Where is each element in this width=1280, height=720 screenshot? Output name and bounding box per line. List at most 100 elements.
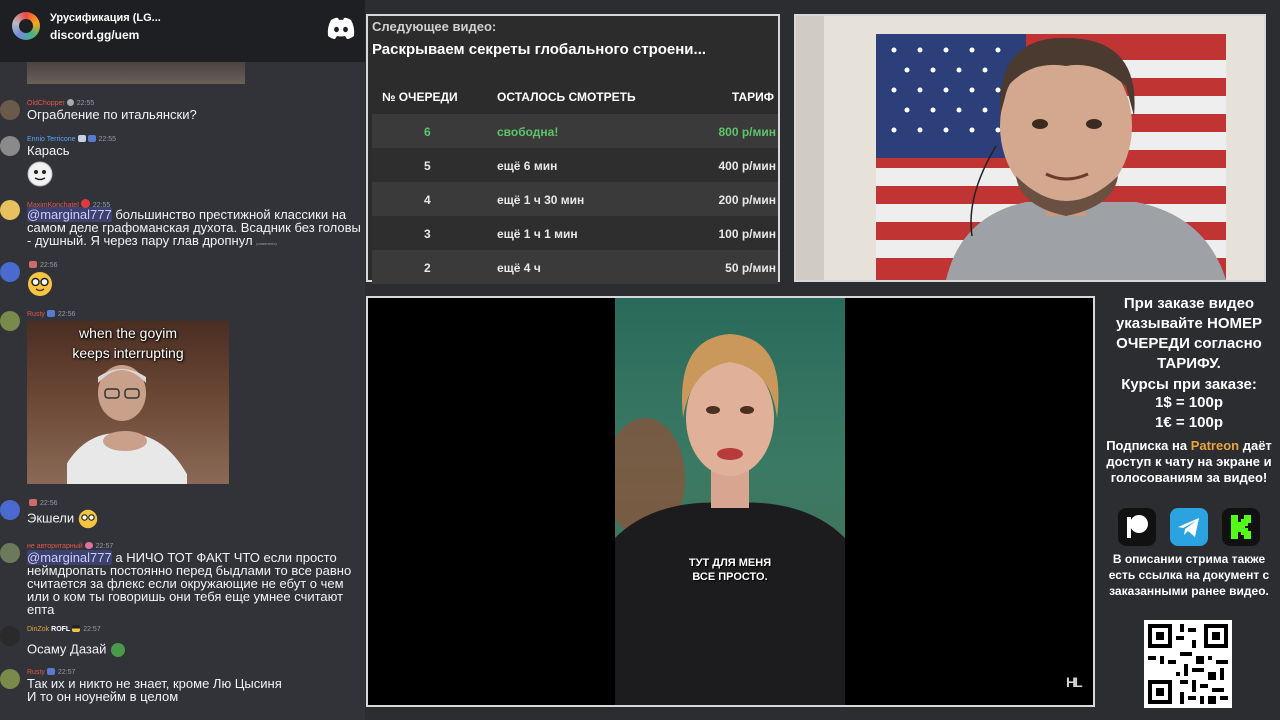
message-text: Карась (27, 143, 70, 158)
subscription-text-pre: Подписка на (1106, 438, 1191, 453)
username[interactable]: OldChopper (27, 100, 65, 107)
presenter-image (615, 334, 845, 705)
user-avatar[interactable] (0, 626, 20, 646)
rate-eur: 1€ = 100р (1155, 414, 1223, 431)
channel-logo: HL (1066, 674, 1083, 690)
server-icon[interactable] (12, 12, 40, 40)
badge-icon (84, 542, 93, 549)
queue-remaining: свободна! (497, 125, 559, 139)
queue-remaining: ещё 4 ч (497, 261, 541, 275)
username[interactable]: не авторитарный (27, 543, 83, 550)
queue-row: 4 ещё 1 ч 30 мин 200 р/мин (372, 182, 778, 216)
queue-remaining: ещё 6 мин (497, 159, 558, 173)
user-avatar[interactable] (0, 100, 20, 120)
message-text: Осаму Дазай (27, 641, 107, 657)
timestamp: 22:57 (95, 543, 114, 550)
user-avatar[interactable] (0, 136, 20, 156)
queue-tariff: 50 р/мин (725, 261, 776, 275)
video-frame: ТУТ ДЛЯ МЕНЯ ВСЕ ПРОСТО. (615, 298, 845, 705)
discord-logo-icon[interactable] (326, 17, 356, 39)
badge-icon (66, 99, 74, 106)
username[interactable]: Rusty (27, 311, 45, 318)
queue-number: 4 (424, 193, 431, 207)
video-queue-panel: Следующее видео: Раскрываем секреты глоб… (366, 14, 780, 284)
queue-header-number: № ОЧЕРЕДИ (382, 90, 458, 104)
timestamp: 22:57 (83, 626, 101, 633)
queue-row: 2 ещё 4 ч 50 р/мин (372, 250, 778, 284)
queue-number: 2 (424, 261, 431, 275)
timestamp: 22:56 (57, 311, 76, 318)
timestamp: 22:55 (76, 100, 95, 107)
flag-icon (72, 625, 81, 632)
patreon-icon[interactable] (1118, 508, 1156, 546)
rate-usd: 1$ = 100р (1155, 394, 1223, 411)
order-info-panel: При заказе видео указывайте НОМЕР ОЧЕРЕД… (1098, 290, 1280, 720)
badge-icon (29, 261, 37, 268)
server-name[interactable]: Урусификация (LG... (50, 12, 161, 24)
badge-icon (46, 668, 55, 675)
edited-label: (изменено) (256, 241, 277, 246)
kick-icon[interactable] (1222, 508, 1260, 546)
user-avatar[interactable] (0, 200, 20, 220)
timestamp: 22:56 (40, 262, 58, 269)
video-subtitle: ТУТ ДЛЯ МЕНЯ ВСЕ ПРОСТО. (688, 557, 772, 583)
invite-link[interactable]: discord.gg/uem (50, 28, 139, 42)
rofl-badge: ROFL (51, 626, 71, 633)
queue-tariff: 100 р/мин (718, 227, 776, 241)
queue-row: 6 свободна! 800 р/мин (372, 114, 778, 148)
nerd-face-icon (28, 272, 52, 296)
pepe-emoji-icon (111, 643, 126, 657)
face-emoji-icon (27, 161, 53, 187)
username[interactable]: Rusty (27, 669, 45, 676)
queue-row: 3 ещё 1 ч 1 мин 100 р/мин (372, 216, 778, 250)
queue-tariff: 200 р/мин (718, 193, 776, 207)
username[interactable]: DinZok (27, 626, 49, 633)
rates-title: Курсы при заказе: (1121, 376, 1257, 393)
user-avatar[interactable] (0, 669, 20, 689)
nerd-emoji (27, 271, 53, 301)
social-links (1098, 508, 1280, 546)
badge-icon (29, 499, 37, 506)
order-instructions: При заказе видео указывайте НОМЕР ОЧЕРЕД… (1115, 295, 1263, 372)
message-text: Так их и никто не знает, кроме Лю Цысиня… (27, 676, 282, 704)
timestamp: 22:55 (98, 136, 117, 143)
reaction-emoji (27, 161, 53, 191)
badge-icon (46, 310, 55, 317)
qr-code[interactable] (1144, 620, 1232, 708)
timestamp: 22:56 (40, 500, 58, 507)
webcam-feed (794, 14, 1266, 282)
queue-number: 5 (424, 159, 431, 173)
user-avatar[interactable] (0, 543, 20, 563)
username[interactable]: Ennio Terricone (27, 136, 76, 143)
patreon-link[interactable]: Patreon (1191, 438, 1239, 453)
streamer-webcam-image (796, 16, 1264, 280)
queue-row: 5 ещё 6 мин 400 р/мин (372, 148, 778, 182)
main-video-player[interactable]: ТУТ ДЛЯ МЕНЯ ВСЕ ПРОСТО. HL (366, 296, 1095, 707)
qr-code-icon (1144, 620, 1232, 708)
user-avatar[interactable] (0, 311, 20, 331)
queue-number: 6 (424, 125, 431, 139)
timestamp: 22:57 (57, 669, 76, 676)
message-text: Ограбление по итальянски? (27, 107, 197, 122)
queue-tariff: 800 р/мин (718, 125, 776, 139)
meme-image-attachment[interactable]: when the goyim keeps interrupting (27, 321, 229, 484)
queue-header-tariff: ТАРИФ (731, 90, 774, 104)
badge-icon (87, 135, 96, 142)
user-avatar[interactable] (0, 262, 20, 282)
description-note: В описании стрима также есть ссылка на д… (1108, 552, 1270, 598)
queue-remaining: ещё 1 ч 1 мин (497, 227, 578, 241)
meme-caption: when the goyim keeps interrupting (72, 325, 184, 361)
next-video-title: Раскрываем секреты глобального строени..… (372, 41, 707, 58)
meme-person-image (67, 365, 187, 484)
queue-tariff: 400 р/мин (718, 159, 776, 173)
next-video-label: Следующее видео: (372, 19, 497, 34)
nerd-face-icon (78, 509, 97, 529)
server-header[interactable]: Урусификация (LG... discord.gg/uem (0, 0, 365, 62)
message-text: Экшели (27, 510, 75, 526)
user-avatar[interactable] (0, 500, 20, 520)
queue-header-remaining: ОСТАЛОСЬ СМОТРЕТЬ (497, 90, 636, 104)
previous-image-attachment[interactable] (27, 62, 245, 84)
telegram-icon[interactable] (1170, 508, 1208, 546)
subscription-info: Подписка на Patreon даёт доступ к чату н… (1106, 438, 1272, 486)
queue-remaining: ещё 1 ч 30 мин (497, 193, 585, 207)
